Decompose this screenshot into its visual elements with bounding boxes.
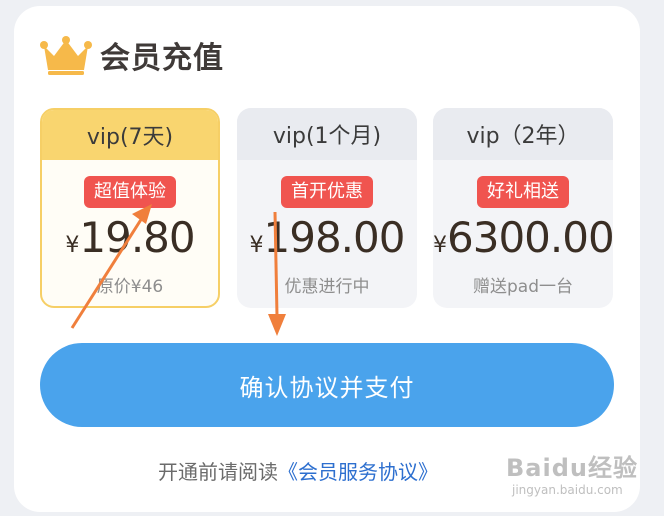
currency-symbol: ¥ [249,233,264,258]
promo-badge: 超值体验 [84,176,176,208]
watermark-main: Baidu经验 [506,454,638,482]
plan-price: ¥19.80 [42,214,218,270]
plan-name: vip(1个月) [237,108,417,160]
price-value: 198.00 [263,213,406,262]
baidu-watermark: Baidu经验 jingyan.baidu.com [506,448,656,508]
plan-note: 优惠进行中 [284,277,370,297]
promo-badge: 好礼相送 [477,176,569,208]
currency-symbol: ¥ [65,233,79,258]
service-agreement-link[interactable]: 《会员服务协议》 [278,460,438,484]
plan-card-1-month[interactable]: vip(1个月) 首开优惠 ¥198.00 优惠进行中 [237,108,417,308]
price-value: 19.80 [79,213,195,262]
page-title: 会员充值 [100,41,224,76]
plan-price: ¥198.00 [237,214,417,270]
plan-name: vip（2年） [433,108,613,160]
agreement-text: 开通前请阅读《会员服务协议》 [158,456,438,485]
price-value: 6300.00 [447,213,613,262]
plan-note: 原价¥46 [96,277,164,297]
promo-badge: 首开优惠 [281,176,373,208]
plan-name: vip(7天) [42,110,218,160]
plan-price: ¥6300.00 [433,214,613,270]
plan-note: 赠送pad一台 [473,277,573,297]
crown-icon [40,36,92,75]
confirm-pay-button[interactable]: 确认协议并支付 [40,343,614,427]
agreement-prefix: 开通前请阅读 [158,460,278,484]
currency-symbol: ¥ [433,233,447,258]
watermark-sub: jingyan.baidu.com [512,483,623,497]
plan-card-2-years[interactable]: vip（2年） 好礼相送 ¥6300.00 赠送pad一台 [433,108,613,308]
header: 会员充值 [40,32,224,78]
plan-card-7-days[interactable]: vip(7天) 超值体验 ¥19.80 原价¥46 [40,108,220,308]
